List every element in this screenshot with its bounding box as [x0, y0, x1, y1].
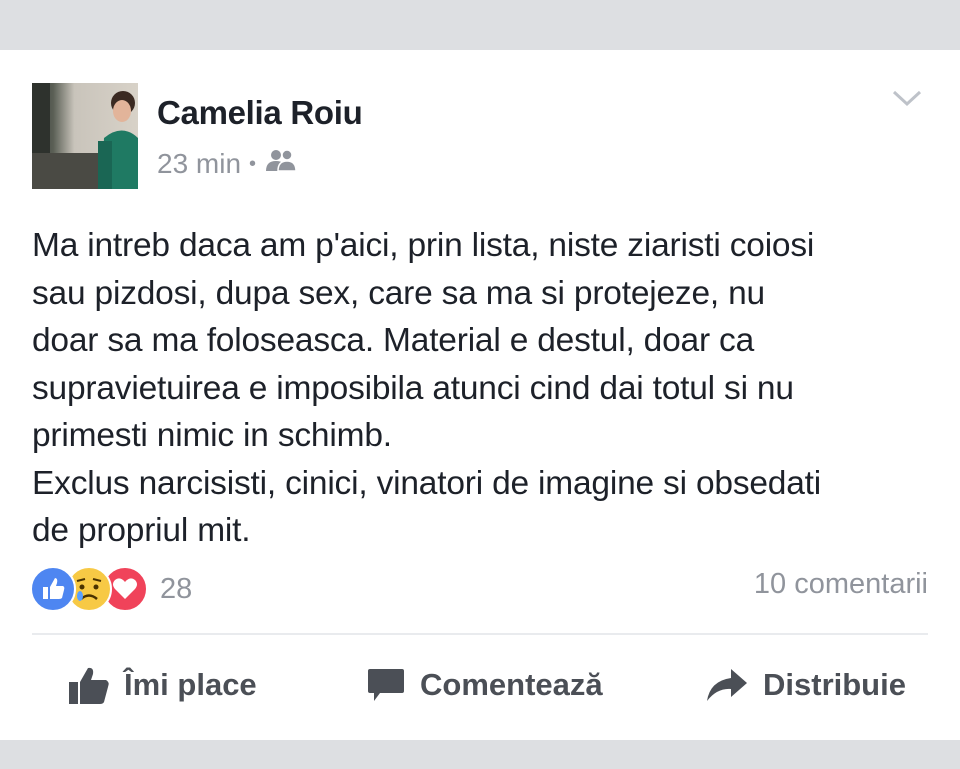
reactions-summary[interactable]: 28	[30, 566, 192, 612]
comments-count[interactable]: 10 comentarii	[754, 568, 928, 601]
share-arrow-icon	[707, 669, 747, 701]
post-actions: Îmi place Comentează Distribuie	[0, 655, 960, 715]
avatar[interactable]	[32, 83, 138, 189]
meta-separator: •	[249, 152, 257, 175]
post-card: Camelia Roiu 23 min • Ma intreb daca am …	[0, 50, 960, 740]
post-timestamp[interactable]: 23 min	[157, 148, 241, 180]
thumbs-up-icon	[69, 667, 109, 704]
post-text: Ma intreb daca am p'aici, prin lista, ni…	[32, 227, 822, 549]
share-button[interactable]: Distribuie	[705, 655, 906, 715]
friends-icon[interactable]	[264, 148, 298, 180]
post-meta: 23 min •	[157, 148, 298, 180]
comment-button-label: Comentează	[420, 667, 603, 702]
author-name[interactable]: Camelia Roiu	[157, 94, 363, 132]
chevron-down-icon[interactable]	[892, 88, 922, 108]
comment-button[interactable]: Comentează	[366, 655, 603, 715]
comment-icon	[368, 669, 404, 701]
share-button-label: Distribuie	[763, 667, 906, 702]
reaction-count: 28	[160, 572, 193, 605]
like-button[interactable]: Îmi place	[68, 655, 257, 715]
like-reaction-icon	[30, 566, 76, 612]
like-button-label: Îmi place	[124, 667, 257, 702]
divider	[32, 633, 928, 635]
